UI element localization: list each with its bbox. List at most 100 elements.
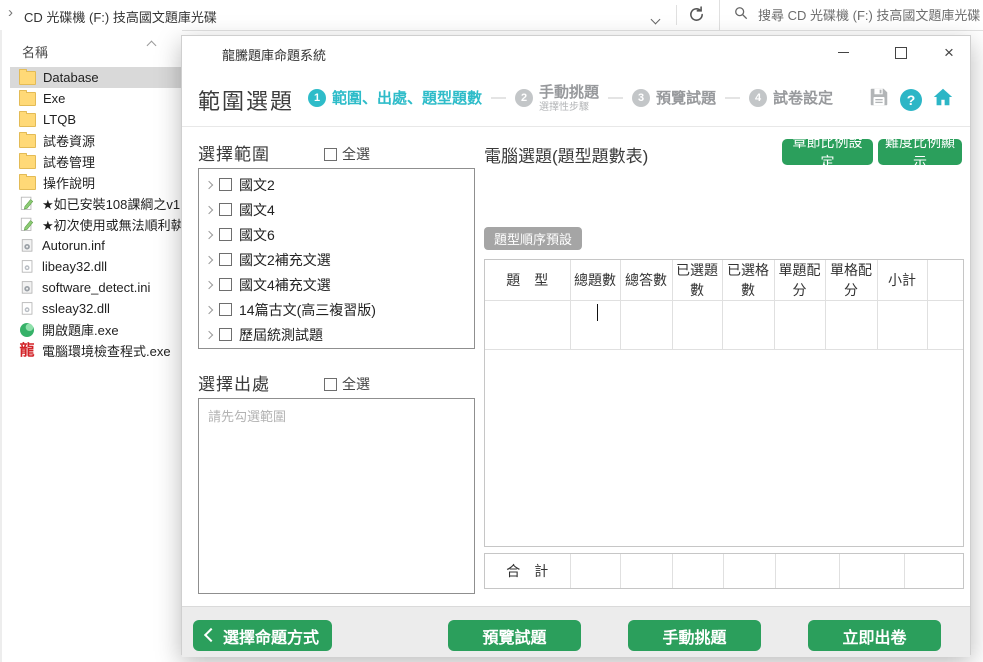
- computer-select-title: 電腦選題(題型題數表): [484, 142, 648, 167]
- step-3-preview[interactable]: 3 預覽試題: [632, 87, 716, 108]
- cell-extra[interactable]: [927, 301, 963, 350]
- source-placeholder: 請先勾選範圍: [208, 406, 286, 425]
- source-select-all-checkbox[interactable]: [324, 378, 337, 391]
- cell-points-per-blank[interactable]: [825, 301, 877, 350]
- expand-icon[interactable]: [205, 330, 213, 338]
- maximize-button[interactable]: [884, 36, 918, 69]
- tree-checkbox[interactable]: [219, 203, 232, 216]
- header-icon-group: ?: [868, 86, 954, 113]
- page-title: 範圍選題: [198, 84, 294, 116]
- step-3-number: 3: [632, 89, 650, 107]
- expand-icon[interactable]: [205, 255, 213, 263]
- cell-total-questions[interactable]: [570, 301, 620, 350]
- list-item[interactable]: 試卷管理: [10, 151, 182, 172]
- list-item[interactable]: libeay32.dll: [10, 256, 182, 277]
- list-item[interactable]: 龍 電腦環境檢查程式.exe: [10, 340, 182, 361]
- chevron-left-icon: [204, 628, 218, 642]
- close-icon[interactable]: ×: [932, 36, 966, 69]
- total-cell: [570, 554, 620, 588]
- expand-icon[interactable]: [205, 280, 213, 288]
- tree-item[interactable]: 國文6: [199, 222, 474, 247]
- file-name: 電腦環境檢查程式.exe: [42, 341, 171, 360]
- expand-icon[interactable]: [205, 205, 213, 213]
- col-header-selected-questions: 已選題數: [672, 260, 722, 301]
- preview-questions-button[interactable]: 預覽試題: [448, 620, 581, 651]
- document-icon: [19, 196, 35, 211]
- refresh-icon[interactable]: [688, 6, 706, 24]
- name-column-header[interactable]: 名稱: [22, 42, 48, 61]
- tree-checkbox[interactable]: [219, 178, 232, 191]
- tree-checkbox[interactable]: [219, 328, 232, 341]
- title-bar[interactable]: 龍騰題庫命題系統 ×: [182, 36, 970, 69]
- minimize-button[interactable]: [826, 36, 860, 69]
- list-item[interactable]: ★初次使用或無法順利執行: [10, 214, 182, 235]
- file-name: Exe: [43, 91, 65, 106]
- tree-checkbox[interactable]: [219, 228, 232, 241]
- tree-label: 國文2補充文選: [239, 250, 331, 270]
- expand-icon[interactable]: [205, 230, 213, 238]
- tree-item[interactable]: 14篇古文(高三複習版): [199, 297, 474, 322]
- cell-selected-blanks[interactable]: [722, 301, 774, 350]
- tree-checkbox[interactable]: [219, 253, 232, 266]
- source-select-all-label: 全選: [342, 374, 370, 394]
- tree-item[interactable]: 國文2補充文選: [199, 247, 474, 272]
- step-2-manual-pick[interactable]: 2 手動挑題 選擇性步驟: [515, 81, 599, 114]
- cell-points-per-question[interactable]: [774, 301, 825, 350]
- step-1-range[interactable]: 1 範圍、出處、題型題數: [308, 87, 482, 108]
- chapter-ratio-button[interactable]: 章節比例設定: [782, 139, 873, 165]
- app-header: 範圍選題 1 範圍、出處、題型題數 — 2 手動挑題 選擇性步驟 — 3: [182, 69, 970, 127]
- file-name: 操作說明: [43, 173, 95, 192]
- folder-icon: [19, 113, 36, 127]
- list-item[interactable]: 開啟題庫.exe: [10, 319, 182, 340]
- list-item[interactable]: LTQB: [10, 109, 182, 130]
- tree-item[interactable]: 歷屆統測試題: [199, 322, 474, 347]
- file-name: ssleay32.dll: [42, 301, 110, 316]
- folder-icon: [19, 92, 36, 106]
- screen: › CD 光碟機 (F:) 技高國文題庫光碟 名稱 Database Exe: [0, 0, 983, 662]
- type-order-button[interactable]: 題型順序預設: [484, 227, 582, 250]
- search-box[interactable]: [719, 0, 983, 30]
- list-item[interactable]: Exe: [10, 88, 182, 109]
- list-item[interactable]: Autorun.inf: [10, 235, 182, 256]
- search-input[interactable]: [756, 7, 983, 24]
- col-header-total-questions: 總題數: [570, 260, 620, 301]
- footer-bar: 選擇命題方式 預覽試題 手動挑題 立即出卷: [182, 606, 970, 657]
- list-item[interactable]: 操作說明: [10, 172, 182, 193]
- expand-icon[interactable]: [205, 180, 213, 188]
- list-item[interactable]: ssleay32.dll: [10, 298, 182, 319]
- breadcrumb-arrow-icon[interactable]: ›: [8, 4, 13, 21]
- list-item[interactable]: Database: [10, 67, 182, 88]
- cell-type[interactable]: [485, 301, 570, 350]
- tree-item[interactable]: 國文2: [199, 172, 474, 197]
- help-icon[interactable]: ?: [900, 89, 922, 111]
- manual-pick-button[interactable]: 手動挑題: [628, 620, 761, 651]
- step-4-paper-settings[interactable]: 4 試卷設定: [749, 87, 833, 108]
- list-item[interactable]: 試卷資源: [10, 130, 182, 151]
- cell-total-answers[interactable]: [620, 301, 672, 350]
- tree-checkbox[interactable]: [219, 278, 232, 291]
- tree-checkbox[interactable]: [219, 303, 232, 316]
- address-dropdown-icon[interactable]: [652, 10, 659, 28]
- breadcrumb[interactable]: CD 光碟機 (F:) 技高國文題庫光碟: [24, 7, 217, 26]
- tree-item[interactable]: 國文4補充文選: [199, 272, 474, 297]
- cell-selected-questions[interactable]: [672, 301, 722, 350]
- save-icon[interactable]: [868, 86, 890, 113]
- dll-file-icon: [19, 301, 35, 316]
- range-select-all-label: 全選: [342, 144, 370, 164]
- cell-subtotal[interactable]: [877, 301, 927, 350]
- back-button-label: 選擇命題方式: [223, 624, 319, 648]
- col-header-empty: [927, 260, 963, 301]
- list-item[interactable]: ★如已安裝108課綱之v1.0: [10, 193, 182, 214]
- difficulty-ratio-button[interactable]: 難度比例顯示: [878, 139, 962, 165]
- total-cell: [723, 554, 775, 588]
- step-separator: —: [725, 89, 740, 106]
- range-select-all-checkbox[interactable]: [324, 148, 337, 161]
- source-section-title: 選擇出處: [198, 370, 270, 395]
- back-to-method-button[interactable]: 選擇命題方式: [193, 620, 332, 651]
- list-item[interactable]: software_detect.ini: [10, 277, 182, 298]
- expand-icon[interactable]: [205, 305, 213, 313]
- generate-paper-button[interactable]: 立即出卷: [808, 620, 941, 651]
- step-4-number: 4: [749, 89, 767, 107]
- tree-item[interactable]: 國文4: [199, 197, 474, 222]
- home-icon[interactable]: [932, 86, 954, 113]
